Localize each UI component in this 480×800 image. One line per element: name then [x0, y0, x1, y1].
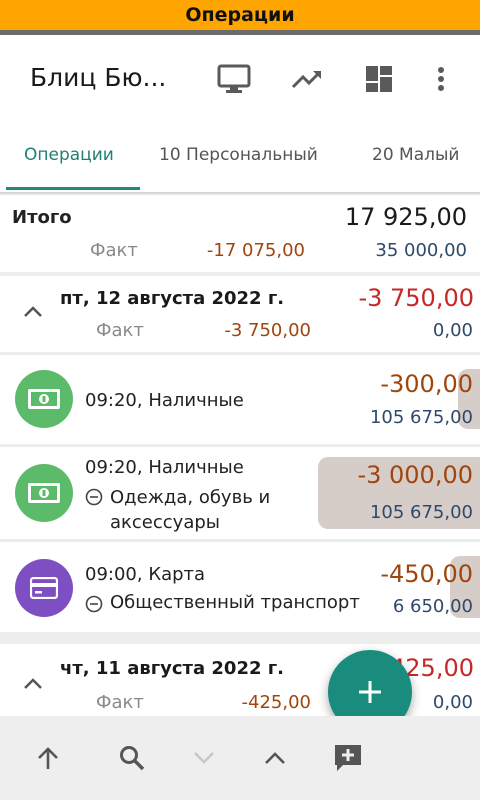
- app-bar: Блиц Бю...: [0, 35, 480, 125]
- monitor-icon[interactable]: [215, 60, 253, 98]
- day-header[interactable]: пт, 12 августа 2022 г. -3 750,00 Факт -3…: [0, 276, 480, 352]
- transaction-amount: -300,00: [380, 370, 473, 398]
- search-icon[interactable]: [116, 742, 148, 774]
- day-fact-expense: -3 750,00: [224, 320, 311, 341]
- more-vert-icon[interactable]: [422, 60, 460, 98]
- transaction-balance: 105 675,00: [369, 502, 473, 523]
- transaction-amount: -450,00: [380, 560, 473, 588]
- day-date: чт, 11 августа 2022 г.: [60, 658, 285, 679]
- day-total: -3 750,00: [358, 284, 474, 312]
- summary-fact-label: Факт: [90, 240, 138, 261]
- transaction-row[interactable]: 09:20, Наличные -300,00 105 675,00: [0, 355, 480, 444]
- transaction-time-account: 09:20, Наличные: [85, 390, 244, 411]
- app-title: Блиц Бю...: [30, 63, 167, 92]
- chevron-up-icon[interactable]: [259, 742, 291, 774]
- credit-card-icon: [15, 559, 73, 617]
- summary-total: 17 925,00: [344, 203, 467, 231]
- day-fact-income: 0,00: [432, 692, 473, 713]
- cash-icon: [15, 370, 73, 428]
- cash-icon: [15, 464, 73, 522]
- status-bar-title: Операции: [0, 0, 480, 30]
- tab-operations[interactable]: Операции: [24, 145, 114, 165]
- transaction-amount: -3 000,00: [357, 461, 473, 489]
- summary-label: Итого: [12, 207, 72, 228]
- tab-personal[interactable]: 10 Персональный: [159, 145, 318, 165]
- trending-up-icon[interactable]: [288, 60, 326, 98]
- tab-indicator: [6, 187, 140, 190]
- collapse-chevron-icon[interactable]: [23, 306, 43, 318]
- transaction-time-account: 09:00, Карта: [85, 564, 206, 585]
- day-fact-income: 0,00: [432, 320, 473, 341]
- summary-fact-income: 35 000,00: [375, 240, 467, 261]
- day-fact-label: Факт: [96, 692, 144, 713]
- transaction-row[interactable]: 09:20, Наличные Одежда, обувь и аксессуа…: [0, 447, 480, 539]
- category-minus-icon: [85, 488, 103, 506]
- collapse-chevron-icon[interactable]: [23, 678, 43, 690]
- transaction-balance: 6 650,00: [392, 596, 473, 617]
- add-comment-icon[interactable]: [332, 742, 364, 774]
- transaction-category: Общественный транспорт: [110, 592, 360, 613]
- transaction-category: Одежда, обувь и аксессуары: [110, 487, 271, 533]
- transaction-row[interactable]: 09:00, Карта Общественный транспорт -450…: [0, 542, 480, 632]
- bottom-bar: [0, 716, 480, 800]
- chevron-down-icon: [188, 742, 220, 774]
- tab-small[interactable]: 20 Малый: [372, 145, 459, 165]
- summary-card: Итого 17 925,00 Факт -17 075,00 35 000,0…: [0, 195, 480, 272]
- arrow-up-icon[interactable]: [32, 742, 64, 774]
- day-fact-expense: -425,00: [241, 692, 311, 713]
- transaction-balance: 105 675,00: [369, 407, 473, 428]
- summary-fact-expense: -17 075,00: [206, 240, 305, 261]
- transaction-time-account: 09:20, Наличные: [85, 457, 244, 478]
- plus-icon: [359, 681, 381, 703]
- dashboard-icon[interactable]: [360, 60, 398, 98]
- tab-bar: Операции 10 Персональный 20 Малый: [0, 125, 480, 192]
- day-date: пт, 12 августа 2022 г.: [60, 288, 285, 309]
- category-minus-icon: [85, 595, 103, 613]
- day-fact-label: Факт: [96, 320, 144, 341]
